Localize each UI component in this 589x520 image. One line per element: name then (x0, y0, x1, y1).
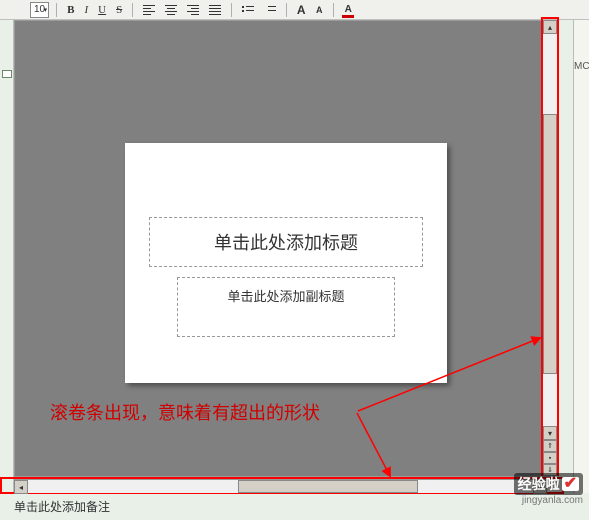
annotation-text: 滚卷条出现，意味着有超出的形状 (50, 399, 320, 425)
toolbar-divider (231, 3, 232, 17)
title-placeholder[interactable]: 单击此处添加标题 (149, 217, 423, 267)
watermark-brand: 经验啦 ✔ (514, 473, 583, 495)
slide-canvas-area: 单击此处添加标题 单击此处添加副标题 滚卷条出现，意味着有超出的形状 (14, 20, 557, 477)
strikethrough-button[interactable]: S (113, 2, 125, 18)
align-left-icon (143, 5, 155, 15)
align-left-button[interactable] (140, 2, 158, 18)
subtitle-text: 单击此处添加副标题 (227, 286, 344, 305)
bold-button[interactable]: B (64, 2, 77, 18)
title-text: 单击此处添加标题 (214, 229, 358, 255)
formatting-toolbar: 10 ▾ B I U S A (0, 0, 589, 20)
align-justify-button[interactable] (206, 2, 224, 18)
sidepane-chars: MC (574, 20, 589, 74)
slide-thumbnail-strip (0, 20, 14, 493)
toolbar-divider (333, 3, 334, 17)
letter-a-small-icon: A (316, 5, 323, 15)
slide-nav-buttons: ⇑ ▪ ⇓ (543, 440, 557, 476)
h-scroll-track[interactable] (28, 480, 533, 493)
watermark-brand-text: 经验啦 (518, 474, 560, 494)
vertical-scrollbar[interactable]: ▴ ▾ ⇑ ▪ ⇓ (543, 20, 557, 476)
font-size-dropdown[interactable]: 10 ▾ (30, 2, 49, 18)
numbered-list-button[interactable] (261, 2, 279, 18)
font-color-button[interactable]: A (341, 2, 355, 18)
horizontal-scrollbar[interactable]: ◂ ▸ (14, 479, 547, 493)
watermark-url: jingyanla.com (514, 495, 583, 506)
underline-button[interactable]: U (95, 2, 109, 18)
color-bar-red (342, 15, 354, 18)
align-right-icon (187, 5, 199, 15)
subtitle-placeholder[interactable]: 单击此处添加副标题 (177, 277, 395, 337)
font-size-increase-button[interactable]: A (294, 2, 308, 18)
align-right-button[interactable] (184, 2, 202, 18)
scroll-up-button[interactable]: ▴ (543, 20, 557, 34)
h-scroll-thumb[interactable] (238, 480, 418, 493)
toolbar-divider (56, 3, 57, 17)
scroll-left-button[interactable]: ◂ (14, 480, 28, 494)
italic-button[interactable]: I (81, 2, 91, 18)
v-scroll-thumb[interactable] (543, 114, 557, 374)
prev-slide-button[interactable]: ⇑ (543, 440, 557, 452)
font-size-decrease-button[interactable]: A (312, 2, 326, 18)
letter-a-large-icon: A (297, 3, 306, 17)
slide-picker-button[interactable]: ▪ (543, 452, 557, 464)
align-center-icon (165, 5, 177, 15)
toolbar-divider (286, 3, 287, 17)
slide-thumbnail[interactable] (2, 70, 12, 78)
bullet-list-icon (242, 5, 254, 15)
task-pane-sliver: MC (573, 20, 589, 493)
slide[interactable]: 单击此处添加标题 单击此处添加副标题 (125, 143, 447, 383)
notes-placeholder[interactable]: 单击此处添加备注 (14, 498, 110, 515)
chevron-down-icon: ▾ (44, 6, 48, 14)
scroll-down-button[interactable]: ▾ (543, 426, 557, 440)
v-scroll-track[interactable] (543, 34, 557, 426)
numbered-list-icon (264, 5, 276, 15)
align-justify-icon (209, 5, 221, 15)
bullet-list-button[interactable] (239, 2, 257, 18)
checkmark-icon: ✔ (562, 477, 579, 491)
watermark: 经验啦 ✔ jingyanla.com (514, 473, 583, 506)
align-center-button[interactable] (162, 2, 180, 18)
toolbar-divider (132, 3, 133, 17)
